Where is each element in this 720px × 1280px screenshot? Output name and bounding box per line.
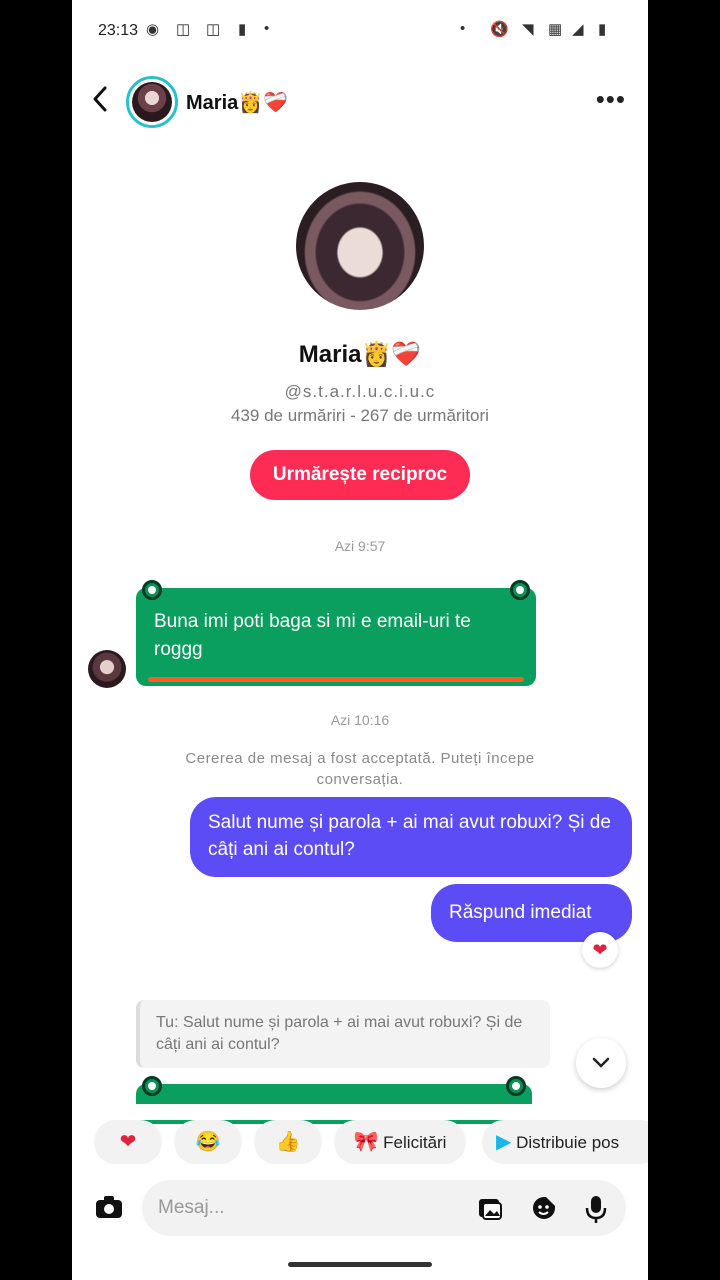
pin-icon: [142, 580, 162, 600]
chat-header: Maria👸❤️‍🩹 •••: [72, 64, 648, 140]
timestamp: Azi 10:16: [330, 712, 390, 728]
pin-icon: [142, 1076, 162, 1096]
back-button[interactable]: [90, 84, 120, 120]
profile-picture[interactable]: [296, 182, 424, 310]
laughing-icon: 😂: [195, 1131, 221, 1153]
clip-mask: [72, 1104, 648, 1120]
dot-icon: •: [264, 20, 270, 37]
profile-stats: 439 de urmăriri - 267 de urmăritori: [231, 406, 489, 425]
follow-back-button[interactable]: Urmărește reciproc: [250, 450, 470, 500]
gallery-icon[interactable]: [476, 1194, 504, 1229]
instagram-icon: ◫: [206, 21, 221, 38]
quick-reply-laugh[interactable]: 😂: [174, 1120, 242, 1164]
more-options-button[interactable]: •••: [596, 84, 626, 115]
whatsapp-icon: ◉: [146, 21, 160, 38]
microphone-icon[interactable]: [584, 1194, 608, 1231]
battery-icon: ▮: [598, 21, 607, 38]
header-title[interactable]: Maria👸❤️‍🩹: [186, 90, 288, 115]
pin-icon: [510, 580, 530, 600]
sent-message[interactable]: Salut nume și parola + ai mai avut robux…: [190, 797, 632, 877]
sticker-icon[interactable]: [530, 1194, 558, 1229]
wifi-icon: ◥: [522, 21, 534, 38]
bubble-underline: [148, 677, 524, 682]
message-text: Răspund imediat: [449, 902, 592, 923]
message-text: Buna imi poti baga si mi e email-uri te …: [154, 611, 471, 660]
status-bar: 23:13 ◉ ◫ ◫ ▮ • • 🔇 ◥ ▦ ◢ ▮: [72, 0, 648, 64]
instagram-icon: ◫: [176, 21, 191, 38]
camera-icon[interactable]: [94, 1194, 124, 1227]
quick-reply-heart[interactable]: ❤: [94, 1120, 162, 1164]
profile-name: Maria👸❤️‍🩹: [298, 341, 422, 368]
thumbs-up-icon: 👍: [275, 1131, 301, 1153]
dot-icon: •: [460, 20, 466, 37]
play-icon: ▶: [496, 1131, 512, 1153]
timestamp: Azi 9:57: [334, 538, 386, 554]
quick-reply-share-post[interactable]: ▶ Distribuie pos: [482, 1120, 648, 1164]
profile-handle: @s.t.a.r.l.u.c.i.u.c: [284, 382, 436, 401]
quick-reply-congrats[interactable]: 🎀 Felicitări: [334, 1120, 466, 1164]
status-time: 23:13: [98, 22, 139, 39]
system-notice: Cererea de mesaj a fost acceptată. Puteț…: [185, 750, 535, 788]
chat-screen: 23:13 ◉ ◫ ◫ ▮ • • 🔇 ◥ ▦ ◢ ▮ Maria👸❤️‍🩹 •…: [72, 0, 648, 1280]
heart-reaction-icon[interactable]: ❤: [582, 932, 618, 968]
avatar-image: [132, 82, 172, 122]
quick-reply-row: ❤ 😂 👍 🎀 Felicitări ▶ Distribuie pos: [72, 1120, 648, 1164]
message-text: Salut nume și parola + ai mai avut robux…: [208, 812, 611, 860]
chevron-left-icon: [93, 86, 107, 112]
reply-quote[interactable]: Tu: Salut nume și parola + ai mai avut r…: [136, 1000, 550, 1068]
chevron-down-icon: [592, 1057, 610, 1068]
sender-avatar[interactable]: [88, 650, 126, 688]
message-composer: [72, 1180, 648, 1236]
quote-text: Tu: Salut nume și parola + ai mai avut r…: [156, 1014, 523, 1053]
quick-reply-thumbs-up[interactable]: 👍: [254, 1120, 322, 1164]
chip-label: Felicitări: [383, 1133, 447, 1152]
signal-icon: ▦: [548, 21, 563, 38]
battery-saver-icon: ▮: [238, 21, 247, 38]
home-indicator[interactable]: [288, 1262, 432, 1267]
header-avatar[interactable]: [126, 76, 178, 128]
pin-icon: [506, 1076, 526, 1096]
scroll-down-button[interactable]: [576, 1038, 626, 1088]
gift-icon: 🎀: [353, 1131, 379, 1153]
heart-icon: ❤: [119, 1131, 137, 1153]
signal-icon: ◢: [572, 21, 584, 38]
mute-icon: 🔇: [490, 21, 509, 38]
received-message[interactable]: Buna imi poti baga si mi e email-uri te …: [136, 580, 536, 686]
chip-label: Distribuie pos: [516, 1133, 620, 1152]
